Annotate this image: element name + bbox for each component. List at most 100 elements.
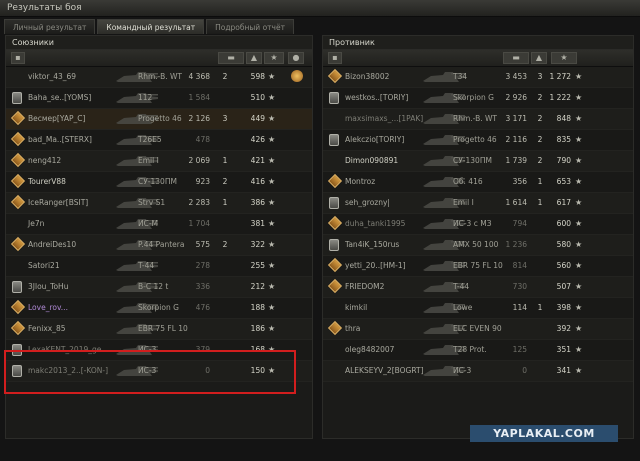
- star-icon: ★: [575, 93, 583, 102]
- damage-value: 794: [512, 219, 527, 228]
- player-row[interactable]: Fenixx_85 EBR 75 FL 10 186 ★: [6, 319, 312, 340]
- player-name[interactable]: 3Jlou_ToHu: [28, 282, 68, 291]
- allies-title: Союзники: [6, 36, 312, 50]
- sort-damage-button[interactable]: ▬: [503, 52, 529, 64]
- player-row[interactable]: Satori21 T-44 278 255 ★: [6, 256, 312, 277]
- sort-kills-button[interactable]: ▲: [246, 52, 262, 64]
- player-row[interactable]: oleg8482007 T28 Prot. 125 351 ★: [323, 340, 633, 361]
- vehicle-class-icon: [329, 197, 339, 209]
- allies-column-header: ▪ ▬ ▲ ★ ●: [6, 50, 312, 67]
- player-name[interactable]: Bizon38002: [345, 72, 389, 81]
- player-row[interactable]: thra ELC EVEN 90 392 ★: [323, 319, 633, 340]
- kills-value: 1: [537, 198, 543, 207]
- tank-name: Strv S1: [138, 198, 166, 207]
- player-name[interactable]: Alekczio[TORIY]: [345, 135, 404, 144]
- player-name[interactable]: Fenixx_85: [28, 324, 66, 333]
- damage-value: 4 368: [188, 72, 210, 81]
- player-row[interactable]: AndreiDes10 P.44 Pantera 575 2 322 ★: [6, 235, 312, 256]
- player-row[interactable]: Dimon090891 СУ-130ПМ 1 739 2 790 ★: [323, 151, 633, 172]
- player-name[interactable]: IceRanger[BSIT]: [28, 198, 88, 207]
- player-row[interactable]: Je7n ИС-М 1 704 381 ★: [6, 214, 312, 235]
- sort-damage-button[interactable]: ▬: [218, 52, 244, 64]
- star-icon: ★: [575, 324, 583, 333]
- sort-class-button[interactable]: ▪: [328, 52, 342, 64]
- damage-value: 814: [512, 261, 527, 270]
- player-row[interactable]: ALEKSEYV_2[BOGRT] ИС-3 0 341 ★: [323, 361, 633, 382]
- player-name[interactable]: bad_Ma..[STERX]: [28, 135, 92, 144]
- player-name[interactable]: ALEKSEYV_2[BOGRT]: [345, 366, 424, 375]
- player-row[interactable]: Baha_se..[YOMS] 112 1 584 510 ★: [6, 88, 312, 109]
- sort-awards-button[interactable]: ●: [288, 52, 304, 64]
- star-icon: ★: [268, 303, 276, 312]
- sort-class-button[interactable]: ▪: [11, 52, 25, 64]
- player-name[interactable]: Love_rov...: [28, 303, 68, 312]
- player-row[interactable]: seh_grozny| Emil I 1 614 1 617 ★: [323, 193, 633, 214]
- vehicle-class-icon: [329, 92, 339, 104]
- xp-value: 416: [250, 177, 265, 186]
- player-name[interactable]: yetti_20..[HM-1]: [345, 261, 406, 270]
- player-row[interactable]: Montroz Об. 416 356 1 653 ★: [323, 172, 633, 193]
- player-row[interactable]: Love_rov... Skorpion G 476 188 ★: [6, 298, 312, 319]
- player-row[interactable]: bad_Ma..[STERX] T26E5 478 426 ★: [6, 130, 312, 151]
- star-icon: ★: [268, 219, 276, 228]
- player-row[interactable]: viktor_43_69 Rhm.-B. WT 4 368 2 598 ★: [6, 67, 312, 88]
- player-name[interactable]: Весмер[YAP_C]: [28, 114, 85, 123]
- player-name[interactable]: thra: [345, 324, 360, 333]
- mastery-badge-icon: [10, 194, 26, 210]
- tank-name: Skorpion G: [453, 93, 494, 102]
- player-name[interactable]: neng412: [28, 156, 61, 165]
- player-row[interactable]: Bizon38002 T34 3 453 3 1 272 ★: [323, 67, 633, 88]
- xp-value: 1 272: [549, 72, 571, 81]
- player-name[interactable]: Satori21: [28, 261, 60, 270]
- damage-value: 923: [195, 177, 210, 186]
- player-name[interactable]: FRIEDOM2: [345, 282, 384, 291]
- player-row[interactable]: neng412 Emil I 2 069 1 421 ★: [6, 151, 312, 172]
- player-row[interactable]: Alekczio[TORIY] Progetto 46 2 116 2 835 ★: [323, 130, 633, 151]
- player-row[interactable]: TourerV88 СУ-130ПМ 923 2 416 ★: [6, 172, 312, 193]
- damage-value: 356: [512, 177, 527, 186]
- player-name[interactable]: oleg8482007: [345, 345, 394, 354]
- player-name[interactable]: AndreiDes10: [28, 240, 76, 249]
- xp-value: 212: [250, 282, 265, 291]
- player-row[interactable]: Tan4iK_150rus AMX 50 100 1 236 580 ★: [323, 235, 633, 256]
- tab-team-result[interactable]: Командный результат: [97, 19, 205, 34]
- player-name[interactable]: viktor_43_69: [28, 72, 76, 81]
- player-row[interactable]: IceRanger[BSIT] Strv S1 2 283 1 386 ★: [6, 193, 312, 214]
- star-icon: ★: [575, 282, 583, 291]
- star-icon: ★: [575, 261, 583, 270]
- xp-value: 790: [556, 156, 571, 165]
- player-name[interactable]: kimkil: [345, 303, 367, 312]
- bottom-bar: [0, 440, 640, 461]
- sort-xp-button[interactable]: ★: [264, 52, 284, 64]
- damage-icon: ▬: [512, 53, 520, 62]
- kills-value: 3: [537, 72, 543, 81]
- player-row[interactable]: westkos..[TORIY] Skorpion G 2 926 2 1 222 ★: [323, 88, 633, 109]
- player-name[interactable]: Je7n: [28, 219, 44, 228]
- kills-value: 1: [222, 198, 228, 207]
- medal-column-icon: ●: [292, 53, 300, 62]
- highlight-box: [4, 350, 296, 394]
- player-row[interactable]: FRIEDOM2 T-44 730 507 ★: [323, 277, 633, 298]
- player-row[interactable]: kimkil Lowe 114 1 398 ★: [323, 298, 633, 319]
- player-row[interactable]: 3Jlou_ToHu B-C 12 t 336 212 ★: [6, 277, 312, 298]
- tab-detailed-report[interactable]: Подробный отчёт: [206, 19, 294, 34]
- player-name[interactable]: seh_grozny|: [345, 198, 390, 207]
- tab-personal-result[interactable]: Личный результат: [4, 19, 96, 34]
- sort-kills-button[interactable]: ▲: [531, 52, 547, 64]
- player-row[interactable]: maxsimaxs_...[1PAK] Rhm.-B. WT 3 171 2 848 ★: [323, 109, 633, 130]
- player-name[interactable]: duha_tanki1995: [345, 219, 405, 228]
- player-name[interactable]: Dimon090891: [345, 156, 398, 165]
- player-row[interactable]: Весмер[YAP_C] Progetto 46 2 126 3 449 ★: [6, 109, 312, 130]
- sort-xp-button[interactable]: ★: [551, 52, 577, 64]
- star-icon: ★: [268, 198, 276, 207]
- player-row[interactable]: duha_tanki1995 ИС-3 с МЗ 794 600 ★: [323, 214, 633, 235]
- player-name[interactable]: Baha_se..[YOMS]: [28, 93, 91, 102]
- star-icon: ★: [268, 72, 276, 81]
- player-row[interactable]: yetti_20..[HM-1] EBR 75 FL 10 814 560 ★: [323, 256, 633, 277]
- mastery-badge-icon: [10, 152, 26, 168]
- player-name[interactable]: maxsimaxs_...[1PAK]: [345, 114, 423, 123]
- player-name[interactable]: Montroz: [345, 177, 375, 186]
- player-name[interactable]: Tan4iK_150rus: [345, 240, 399, 249]
- player-name[interactable]: TourerV88: [28, 177, 66, 186]
- player-name[interactable]: westkos..[TORIY]: [345, 93, 408, 102]
